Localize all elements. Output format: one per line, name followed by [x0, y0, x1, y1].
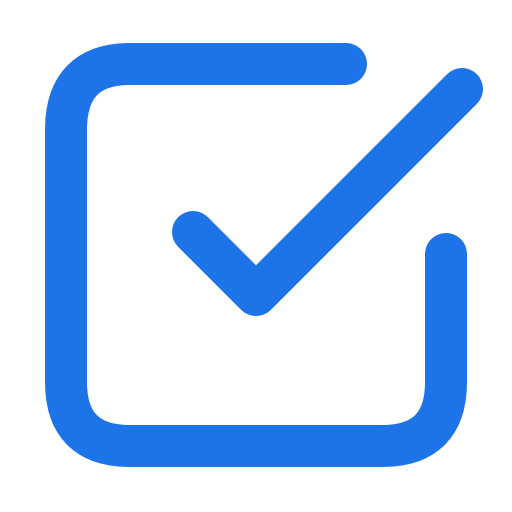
checkmark	[172, 68, 483, 316]
icon-canvas	[0, 0, 512, 512]
checkbox-checked-icon	[45, 43, 483, 467]
checkbox-outline	[45, 43, 467, 467]
